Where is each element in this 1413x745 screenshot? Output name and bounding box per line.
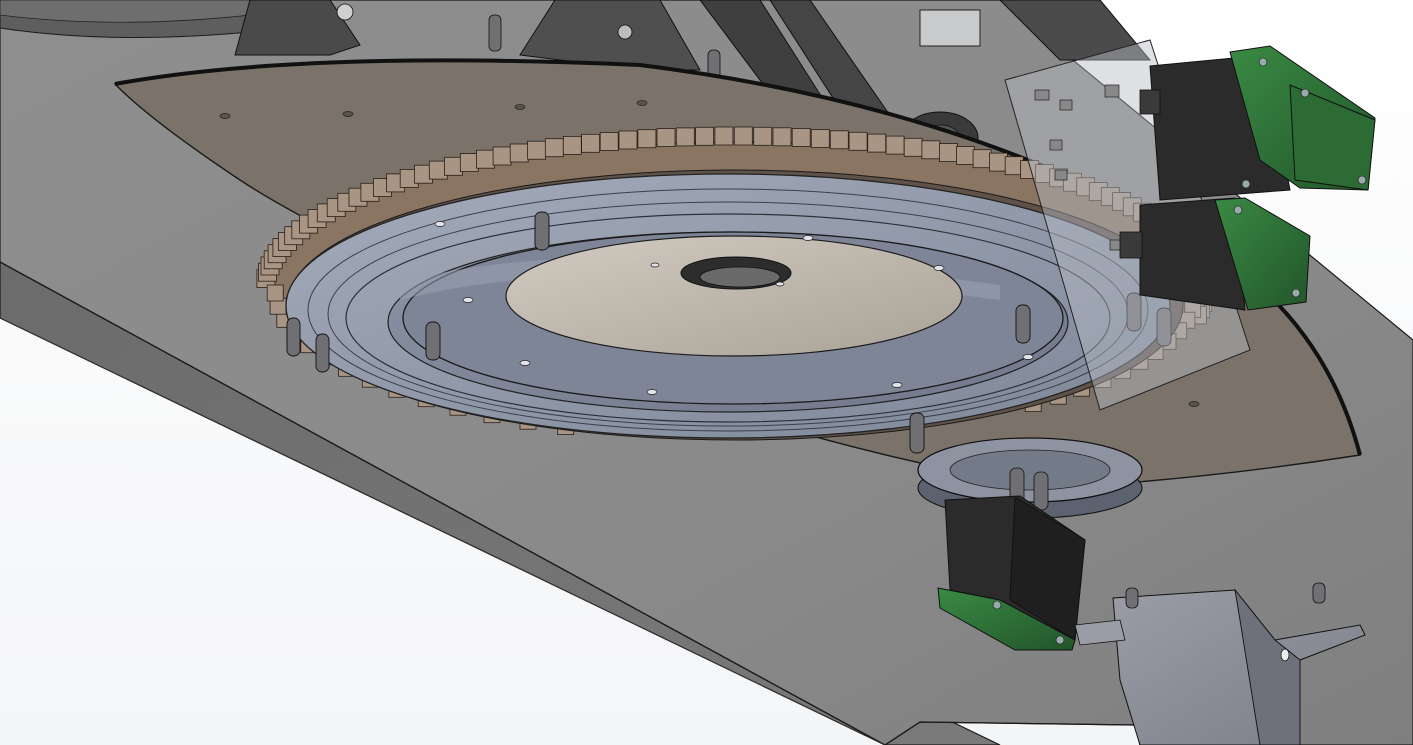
- gear-tooth: [903, 137, 923, 157]
- upper-post-1: [488, 14, 502, 52]
- gear-tooth: [772, 127, 792, 147]
- gear-tooth: [921, 140, 941, 160]
- gear-tooth: [695, 126, 714, 146]
- gear-tooth: [791, 128, 811, 147]
- gear-tooth: [444, 156, 463, 176]
- gear-tooth: [492, 146, 512, 166]
- gear-tooth: [753, 126, 773, 146]
- gear-tooth: [527, 140, 546, 160]
- upper-hole-1: [336, 3, 354, 21]
- gear-tooth: [829, 130, 849, 150]
- gear-tooth: [562, 135, 582, 155]
- gear-tooth: [733, 126, 753, 146]
- gear-tooth: [939, 143, 958, 163]
- gear-tooth: [459, 153, 479, 173]
- gear-tooth: [618, 130, 638, 150]
- gear-tooth: [989, 152, 1008, 172]
- gear-tooth: [509, 143, 529, 163]
- gear-tooth: [675, 127, 695, 147]
- gear-tooth: [656, 128, 676, 148]
- gear-tooth: [972, 149, 992, 169]
- gear-tooth: [637, 129, 657, 149]
- gear-tooth: [581, 133, 600, 153]
- gear-tooth: [956, 146, 975, 165]
- gear-tooth: [810, 129, 830, 148]
- gear-tooth: [848, 131, 868, 151]
- gear-tooth: [714, 126, 734, 146]
- gear-tooth: [544, 138, 564, 158]
- gear-tooth: [867, 133, 887, 153]
- gear-tooth: [266, 284, 284, 302]
- gear-tooth: [476, 149, 495, 169]
- gear-tooth: [885, 135, 905, 155]
- center-hub-inner: [699, 266, 781, 288]
- upper-hole-2: [617, 24, 633, 40]
- center-disc: [505, 235, 963, 357]
- cad-scene: [0, 0, 1413, 745]
- gear-tooth: [599, 132, 619, 151]
- cad-viewport: [0, 0, 1413, 745]
- small-block: [919, 9, 981, 47]
